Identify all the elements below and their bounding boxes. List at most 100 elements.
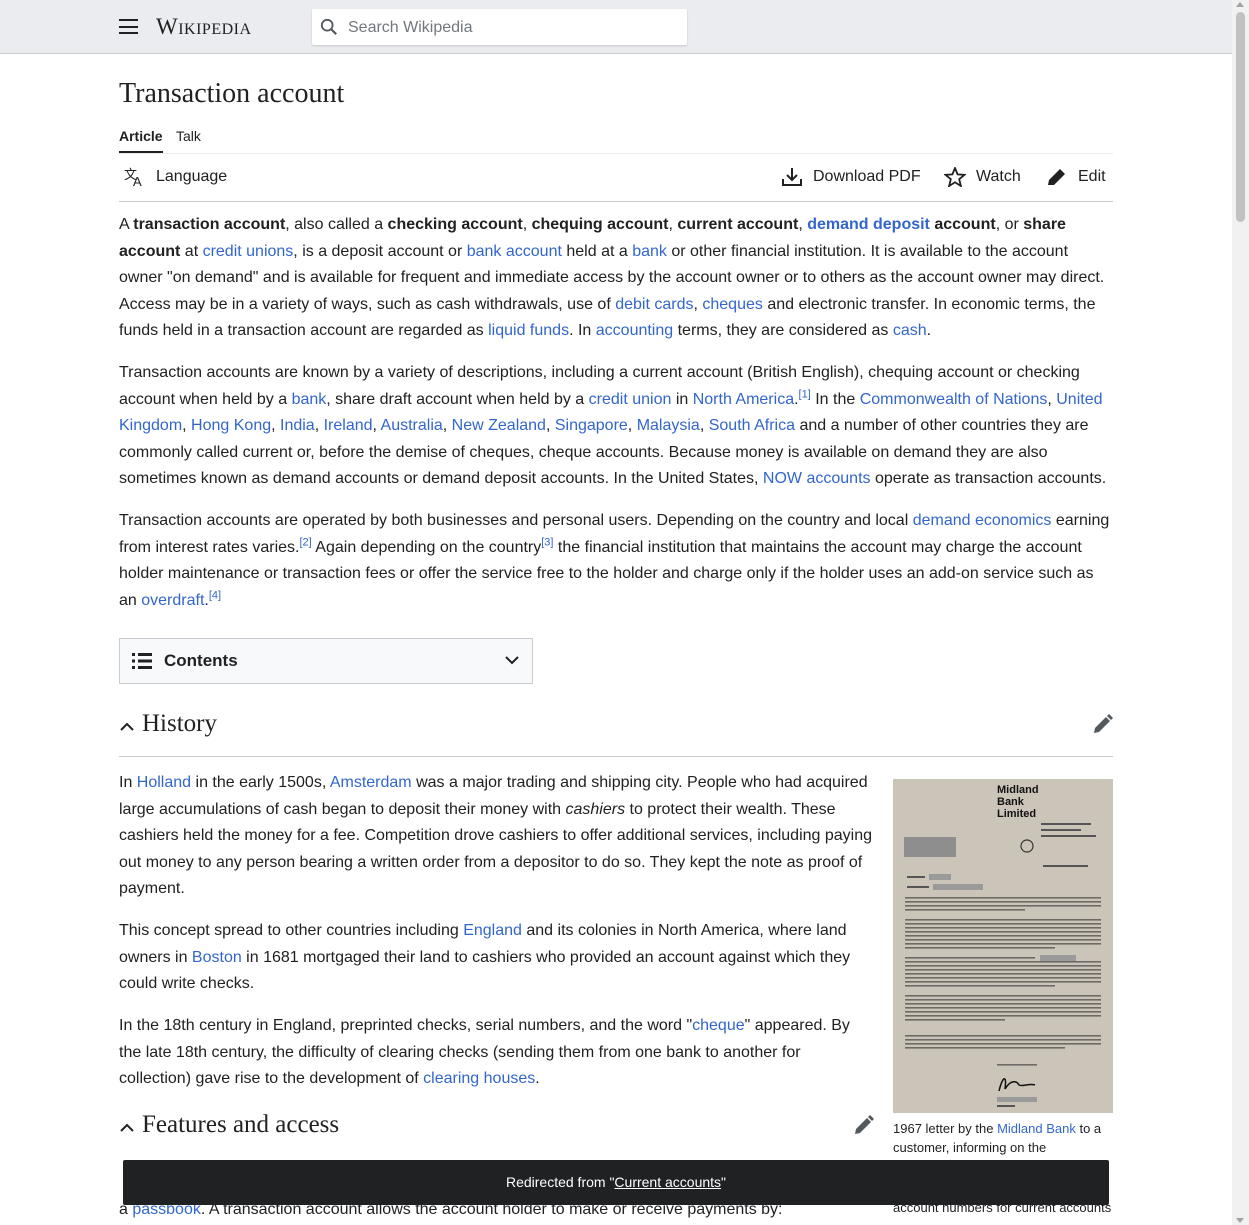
main-menu-icon[interactable] xyxy=(119,19,138,34)
wiki-link[interactable]: credit union xyxy=(589,391,672,408)
wiki-link[interactable]: South Africa xyxy=(709,417,795,434)
pencil-icon xyxy=(1048,169,1065,185)
language-icon: 文A xyxy=(124,167,142,187)
wiki-link[interactable]: bank account xyxy=(467,243,562,260)
text-run: , xyxy=(699,417,709,434)
midland-bank-letter-image[interactable]: Midland Bank Limited xyxy=(893,779,1113,1113)
text-run: cashiers xyxy=(565,800,626,818)
page-actions-bar: 文A Language Download PDF Watch Edit xyxy=(119,153,1113,202)
wiki-link[interactable]: England xyxy=(463,922,522,939)
svg-text:Midland: Midland xyxy=(997,784,1039,796)
vertical-scrollbar[interactable] xyxy=(1232,0,1249,1225)
wiki-link[interactable]: cheque xyxy=(692,1017,745,1034)
download-icon xyxy=(782,168,802,186)
text-run: . xyxy=(535,1070,540,1087)
citation-link[interactable]: [3] xyxy=(541,536,553,548)
page-title: Transaction account xyxy=(119,78,345,109)
text-run: , also called a xyxy=(285,216,388,233)
redirect-source-link[interactable]: Current accounts xyxy=(614,1174,721,1190)
edit-section-icon[interactable] xyxy=(1093,714,1113,734)
wiki-link[interactable]: Boston xyxy=(192,949,242,966)
wiki-link[interactable]: liquid funds xyxy=(488,322,569,339)
contents-toggle[interactable]: Contents xyxy=(119,638,533,684)
tab-article[interactable]: Article xyxy=(119,128,163,153)
text-run: , xyxy=(442,417,452,434)
text-run: 1967 letter by the xyxy=(893,1121,998,1136)
wiki-link[interactable]: overdraft xyxy=(141,592,204,609)
scroll-up-arrow-icon[interactable] xyxy=(1236,2,1244,7)
download-pdf-label: Download PDF xyxy=(813,168,921,185)
wiki-link[interactable]: India xyxy=(280,417,315,434)
page-tabs: Article Talk xyxy=(119,128,1113,154)
svg-text:Bank: Bank xyxy=(997,796,1025,808)
features-heading-text: Features and access xyxy=(142,1111,340,1138)
main-content: Transaction account Article Talk 文A Lang… xyxy=(119,53,1113,1218)
chevron-up-icon[interactable] xyxy=(120,1123,134,1132)
wiki-link[interactable]: clearing houses xyxy=(423,1070,535,1087)
wiki-link[interactable]: Midland Bank xyxy=(997,1121,1076,1136)
scroll-down-arrow-icon[interactable] xyxy=(1236,1218,1244,1223)
wiki-link[interactable]: demand economics xyxy=(913,512,1052,529)
wiki-link[interactable]: cheques xyxy=(702,296,763,313)
wiki-link[interactable]: accounting xyxy=(596,322,673,339)
citation-link[interactable]: [4] xyxy=(209,589,221,601)
wiki-link[interactable]: debit cards xyxy=(615,296,693,313)
wiki-link[interactable]: credit unions xyxy=(203,243,294,260)
text-run: held at a xyxy=(561,242,633,260)
wiki-link[interactable]: cash xyxy=(893,322,927,339)
download-pdf-button[interactable]: Download PDF xyxy=(781,167,921,187)
watch-button[interactable]: Watch xyxy=(944,167,1021,187)
edit-button[interactable]: Edit xyxy=(1046,167,1106,187)
language-button[interactable]: 文A Language xyxy=(124,167,227,187)
wiki-link[interactable]: bank xyxy=(632,243,667,260)
wiki-link[interactable]: Ireland xyxy=(324,417,373,434)
text-run: transaction account xyxy=(133,216,286,233)
redirect-suffix: " xyxy=(721,1174,727,1190)
citation-link[interactable]: [1] xyxy=(799,388,811,400)
search-box[interactable] xyxy=(312,9,687,47)
intro-paragraph-3: Transaction accounts are operated by bot… xyxy=(119,508,1113,614)
wiki-link[interactable]: NOW accounts xyxy=(763,470,871,487)
text-run: . In xyxy=(569,322,596,339)
text-run: in xyxy=(671,390,693,408)
wiki-link[interactable]: Hong Kong xyxy=(191,417,271,434)
list-icon xyxy=(132,653,152,669)
wiki-link[interactable]: New Zealand xyxy=(452,417,546,434)
wiki-link[interactable]: Holland xyxy=(137,774,191,791)
edit-label: Edit xyxy=(1078,168,1106,185)
edit-section-icon[interactable] xyxy=(854,1115,874,1135)
text-run: , xyxy=(271,417,280,434)
chevron-up-icon[interactable] xyxy=(120,722,134,731)
wiki-link[interactable]: Amsterdam xyxy=(330,774,412,791)
text-run: In the xyxy=(810,390,860,408)
text-run: in the early 1500s, xyxy=(191,774,330,791)
text-run: A xyxy=(119,216,134,233)
wiki-link[interactable]: bank xyxy=(292,391,327,408)
scrollbar-thumb[interactable] xyxy=(1236,12,1245,222)
wiki-link[interactable]: Singapore xyxy=(555,417,628,434)
wiki-link[interactable]: Malaysia xyxy=(637,417,700,434)
wiki-link[interactable]: demand deposit xyxy=(807,216,930,233)
wiki-link[interactable]: Commonwealth of Nations xyxy=(860,391,1048,408)
tab-talk[interactable]: Talk xyxy=(176,128,201,151)
svg-text:A: A xyxy=(133,174,142,187)
wiki-link[interactable]: North America xyxy=(693,391,794,408)
redirect-prefix: Redirected from " xyxy=(505,1174,615,1190)
wiki-link[interactable]: Australia xyxy=(381,417,443,434)
svg-text:Limited: Limited xyxy=(997,808,1036,820)
intro-paragraph-2: Transaction accounts are known by a vari… xyxy=(119,360,1113,493)
citation-link[interactable]: [2] xyxy=(300,536,312,548)
site-header: Wikipedia xyxy=(0,0,1232,54)
text-run: account xyxy=(929,216,996,233)
text-run: , is a deposit account or xyxy=(293,242,467,260)
letter-illustration: Midland Bank Limited xyxy=(893,779,1113,1113)
section-heading-features[interactable]: Features and access xyxy=(119,1111,874,1155)
search-input[interactable] xyxy=(346,9,680,47)
text-run: operate as transaction accounts. xyxy=(870,470,1107,487)
wikipedia-logo[interactable]: Wikipedia xyxy=(156,14,252,40)
section-heading-history[interactable]: History xyxy=(119,710,1113,757)
text-run: , xyxy=(522,216,532,233)
intro-paragraph-1: A transaction account, also called a che… xyxy=(119,212,1113,345)
redirect-notice: Redirected from "Current accounts" xyxy=(123,1160,1109,1205)
text-run: , xyxy=(314,417,324,434)
